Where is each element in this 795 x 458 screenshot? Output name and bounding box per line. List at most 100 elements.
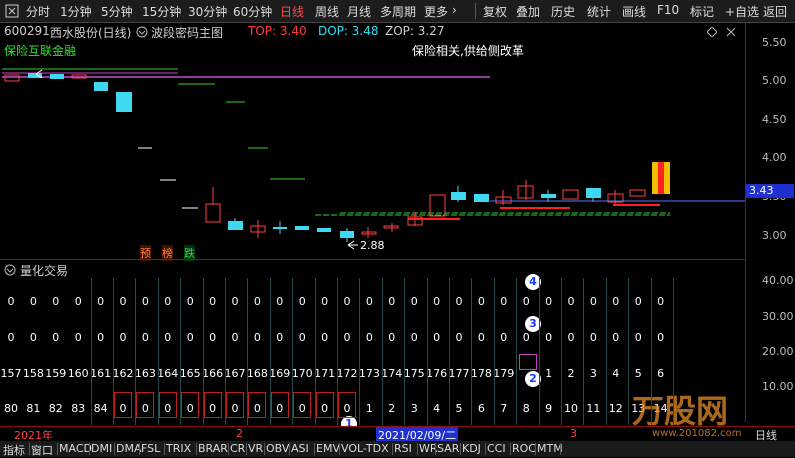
- grid-column-line: [449, 278, 450, 425]
- history-button[interactable]: 历史: [551, 3, 575, 20]
- grid-cell: 3: [589, 367, 597, 380]
- grid-cell: 0: [545, 331, 553, 344]
- indicator-tab-14[interactable]: RSI: [394, 442, 412, 455]
- indicator-tab-10[interactable]: OBV: [266, 442, 289, 455]
- grid-cell: 0: [231, 295, 239, 308]
- period-tab-intraday[interactable]: 分时: [26, 3, 50, 20]
- grid-cell: 0: [321, 295, 329, 308]
- overlay-button[interactable]: 叠加: [516, 3, 540, 20]
- grid-column-line: [135, 278, 137, 425]
- grid-column-line: [673, 278, 674, 425]
- period-tab-30min[interactable]: 30分钟: [188, 3, 227, 20]
- axis-tick: 40.00: [762, 274, 794, 287]
- grid-cell: 167: [224, 367, 246, 380]
- indicator-tab-5[interactable]: FSL: [141, 442, 160, 455]
- grid-cell: 2: [388, 402, 396, 415]
- indicator-tab-20[interactable]: MTM: [537, 442, 563, 455]
- indicator-tab-8[interactable]: CR: [230, 442, 245, 455]
- indicator-tab-13[interactable]: VOL-TDX: [341, 442, 389, 455]
- grid-cell: 1: [365, 402, 373, 415]
- grid-column-line: [471, 278, 473, 425]
- grid-cell: 0: [365, 295, 373, 308]
- f10-button[interactable]: F10: [657, 3, 679, 17]
- grid-cell: 0: [433, 295, 441, 308]
- period-tab-1min[interactable]: 1分钟: [60, 3, 92, 20]
- draw-line-button[interactable]: 画线: [622, 3, 646, 20]
- grid-column-line: [650, 278, 652, 425]
- grid-column-line: [404, 278, 406, 425]
- grid-cell: 6: [477, 402, 485, 415]
- price-chart[interactable]: [0, 40, 745, 258]
- grid-cell: 0: [657, 331, 665, 344]
- grid-column-line: [583, 278, 585, 425]
- grid-cell: 0: [209, 331, 217, 344]
- indicator-tab-4[interactable]: DMA: [116, 442, 142, 455]
- period-tab-multi[interactable]: 多周期: [380, 3, 416, 20]
- grid-cell: 173: [358, 367, 380, 380]
- cell-highlight-box: [136, 392, 155, 418]
- diamond-icon[interactable]: [707, 27, 717, 37]
- grid-column-line: [359, 278, 361, 425]
- current-price-badge: 3.43: [746, 184, 794, 198]
- tab-divider: [228, 443, 229, 455]
- grid-cell: 0: [612, 295, 620, 308]
- chevron-down-icon[interactable]: [136, 26, 148, 38]
- grid-cell: 168: [246, 367, 268, 380]
- cell-highlight-box: [158, 392, 177, 418]
- grid-cell: 0: [477, 295, 485, 308]
- period-tab-60min[interactable]: 60分钟: [233, 3, 272, 20]
- indicator-tab-1[interactable]: 窗口: [31, 442, 53, 458]
- indicator-tab-17[interactable]: KDJ: [462, 442, 481, 455]
- cell-highlight-box: [203, 392, 222, 418]
- axis-tick: 20.00: [762, 345, 794, 358]
- indicator-tab-16[interactable]: SAR: [437, 442, 459, 455]
- tab-divider: [164, 443, 165, 455]
- tab-divider: [314, 443, 315, 455]
- grid-cell: 0: [253, 331, 261, 344]
- period-tab-monthly[interactable]: 月线: [347, 3, 371, 20]
- grid-cell: 0: [97, 331, 105, 344]
- quant-panel-title[interactable]: 量化交易: [20, 262, 68, 279]
- grid-column-line: [561, 278, 562, 425]
- add-watchlist-button[interactable]: +自选: [725, 3, 759, 20]
- period-tab-daily[interactable]: 日线: [280, 3, 304, 20]
- grid-column-line: [157, 278, 159, 425]
- back-button[interactable]: 返回: [763, 3, 787, 20]
- cell-highlight-box: [270, 392, 289, 418]
- cell-highlight-box: [315, 392, 334, 418]
- mark-button[interactable]: 标记: [690, 3, 714, 20]
- cell-highlight-box: [181, 392, 200, 418]
- indicator-tab-3[interactable]: DMI: [91, 442, 112, 455]
- chevron-right-icon[interactable]: ›: [452, 3, 457, 17]
- close-icon[interactable]: [726, 27, 736, 37]
- grid-cell: 3: [410, 402, 418, 415]
- grid-column-line: [90, 278, 92, 425]
- indicator-tab-0[interactable]: 指标: [3, 442, 25, 458]
- indicator-tab-2[interactable]: MACD: [59, 442, 92, 455]
- stats-button[interactable]: 统计: [587, 3, 611, 20]
- grid-cell: 5: [634, 367, 642, 380]
- tab-divider: [535, 443, 536, 455]
- indicator-tab-11[interactable]: ASI: [291, 442, 309, 455]
- period-tab-more[interactable]: 更多: [424, 3, 448, 20]
- indicator-tab-19[interactable]: ROC: [512, 442, 536, 455]
- adjust-button[interactable]: 复权: [483, 3, 507, 20]
- indicator-name[interactable]: 波段密码主图: [151, 24, 223, 41]
- indicator-tab-18[interactable]: CCI: [487, 442, 506, 455]
- grid-cell: 0: [500, 331, 508, 344]
- axis-tick: 30.00: [762, 310, 794, 323]
- indicator-tab-6[interactable]: TRIX: [166, 442, 191, 455]
- grid-cell: 7: [500, 402, 508, 415]
- period-tab-15min[interactable]: 15分钟: [142, 3, 181, 20]
- tab-divider: [560, 443, 561, 455]
- stock-code: 600291: [4, 24, 50, 38]
- grid-cell: 81: [26, 402, 41, 415]
- indicator-tab-12[interactable]: EMV: [316, 442, 340, 455]
- indicator-tab-7[interactable]: BRAR: [198, 442, 228, 455]
- period-tab-weekly[interactable]: 周线: [315, 3, 339, 20]
- period-tab-5min[interactable]: 5分钟: [101, 3, 133, 20]
- toolbar-menu-icon[interactable]: [5, 4, 19, 18]
- chevron-down-icon[interactable]: [4, 264, 16, 276]
- indicator-tab-9[interactable]: VR: [248, 442, 263, 455]
- dop-value: DOP: 3.48: [318, 24, 379, 38]
